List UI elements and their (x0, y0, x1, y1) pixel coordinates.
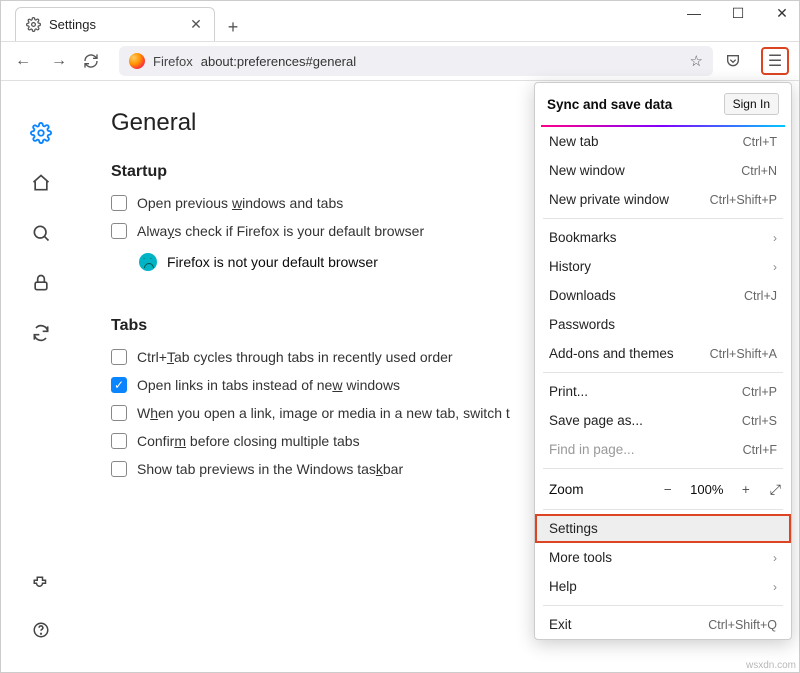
menu-separator (543, 509, 783, 510)
sidebar-general-icon[interactable] (29, 121, 53, 145)
menu-more-tools[interactable]: More tools› (535, 543, 791, 572)
label: Open previous windows and tabs (137, 195, 343, 211)
menu-print[interactable]: Print...Ctrl+P (535, 377, 791, 406)
forward-button[interactable]: → (47, 52, 71, 70)
pocket-icon[interactable] (725, 53, 749, 69)
zoom-in-button[interactable]: + (736, 479, 756, 499)
back-button[interactable]: ← (11, 52, 35, 70)
checkbox[interactable] (111, 461, 127, 477)
menu-new-window[interactable]: New windowCtrl+N (535, 156, 791, 185)
menu-separator (543, 372, 783, 373)
zoom-out-button[interactable]: − (658, 479, 678, 499)
fullscreen-icon[interactable]: ⤢ (770, 481, 781, 498)
app-menu-button[interactable]: ☰ (761, 47, 789, 75)
watermark: wsxdn.com (746, 660, 796, 671)
minimize-button[interactable]: — (683, 5, 705, 22)
menu-bookmarks[interactable]: Bookmarks› (535, 223, 791, 252)
reload-button[interactable] (83, 53, 107, 69)
checkbox[interactable] (111, 405, 127, 421)
tab-title: Settings (49, 17, 188, 32)
menu-save-page[interactable]: Save page as...Ctrl+S (535, 406, 791, 435)
label: Always check if Firefox is your default … (137, 223, 424, 239)
chevron-right-icon: › (773, 231, 777, 245)
tab-bar: Settings ✕ + — ☐ ✕ (1, 1, 799, 41)
checkbox[interactable] (111, 195, 127, 211)
close-window-button[interactable]: ✕ (771, 5, 793, 22)
bookmark-star-icon[interactable]: ☆ (690, 52, 703, 70)
zoom-value: 100% (688, 482, 726, 497)
checkbox[interactable] (111, 349, 127, 365)
app-menu-panel: Sync and save data Sign In New tabCtrl+T… (534, 82, 792, 640)
status-text: Firefox is not your default browser (167, 254, 378, 270)
menu-settings[interactable]: Settings (535, 514, 791, 543)
sync-label: Sync and save data (547, 97, 672, 112)
close-tab-icon[interactable]: ✕ (188, 16, 204, 33)
sidebar-home-icon[interactable] (29, 171, 53, 195)
menu-separator (543, 468, 783, 469)
menu-history[interactable]: History› (535, 252, 791, 281)
menu-separator (543, 218, 783, 219)
checkbox[interactable] (111, 433, 127, 449)
gear-icon (26, 17, 41, 32)
sign-in-button[interactable]: Sign In (724, 93, 779, 115)
menu-separator (543, 605, 783, 606)
menu-find[interactable]: Find in page...Ctrl+F (535, 435, 791, 464)
sidebar-privacy-icon[interactable] (29, 271, 53, 295)
window-controls: — ☐ ✕ (683, 5, 793, 22)
menu-new-tab[interactable]: New tabCtrl+T (535, 127, 791, 156)
maximize-button[interactable]: ☐ (727, 5, 749, 22)
chevron-right-icon: › (773, 551, 777, 565)
menu-addons[interactable]: Add-ons and themesCtrl+Shift+A (535, 339, 791, 368)
firefox-icon (129, 53, 145, 69)
menu-new-private[interactable]: New private windowCtrl+Shift+P (535, 185, 791, 214)
navigation-toolbar: ← → Firefox about:preferences#general ☆ … (1, 41, 799, 81)
label: When you open a link, image or media in … (137, 405, 510, 421)
label: Ctrl+Tab cycles through tabs in recently… (137, 349, 453, 365)
chevron-right-icon: › (773, 580, 777, 594)
checkbox-checked[interactable]: ✓ (111, 377, 127, 393)
label: Confirm before closing multiple tabs (137, 433, 360, 449)
sidebar-help-icon[interactable] (29, 618, 53, 642)
chevron-right-icon: › (773, 260, 777, 274)
menu-downloads[interactable]: DownloadsCtrl+J (535, 281, 791, 310)
new-tab-button[interactable]: + (219, 13, 247, 41)
label: Open links in tabs instead of new window… (137, 377, 400, 393)
checkbox[interactable] (111, 223, 127, 239)
menu-exit[interactable]: ExitCtrl+Shift+Q (535, 610, 791, 639)
sidebar-extensions-icon[interactable] (29, 572, 53, 596)
sidebar-sync-icon[interactable] (29, 321, 53, 345)
url-text: about:preferences#general (201, 54, 356, 69)
menu-help[interactable]: Help› (535, 572, 791, 601)
preferences-sidebar (1, 81, 81, 672)
sidebar-search-icon[interactable] (29, 221, 53, 245)
menu-zoom: Zoom − 100% + ⤢ (535, 473, 791, 505)
tab-settings[interactable]: Settings ✕ (15, 7, 215, 41)
menu-sync-header: Sync and save data Sign In (535, 83, 791, 125)
url-prefix: Firefox (153, 54, 193, 69)
menu-passwords[interactable]: Passwords (535, 310, 791, 339)
label: Show tab previews in the Windows taskbar (137, 461, 403, 477)
sad-face-icon (139, 253, 157, 271)
url-bar[interactable]: Firefox about:preferences#general ☆ (119, 46, 713, 76)
